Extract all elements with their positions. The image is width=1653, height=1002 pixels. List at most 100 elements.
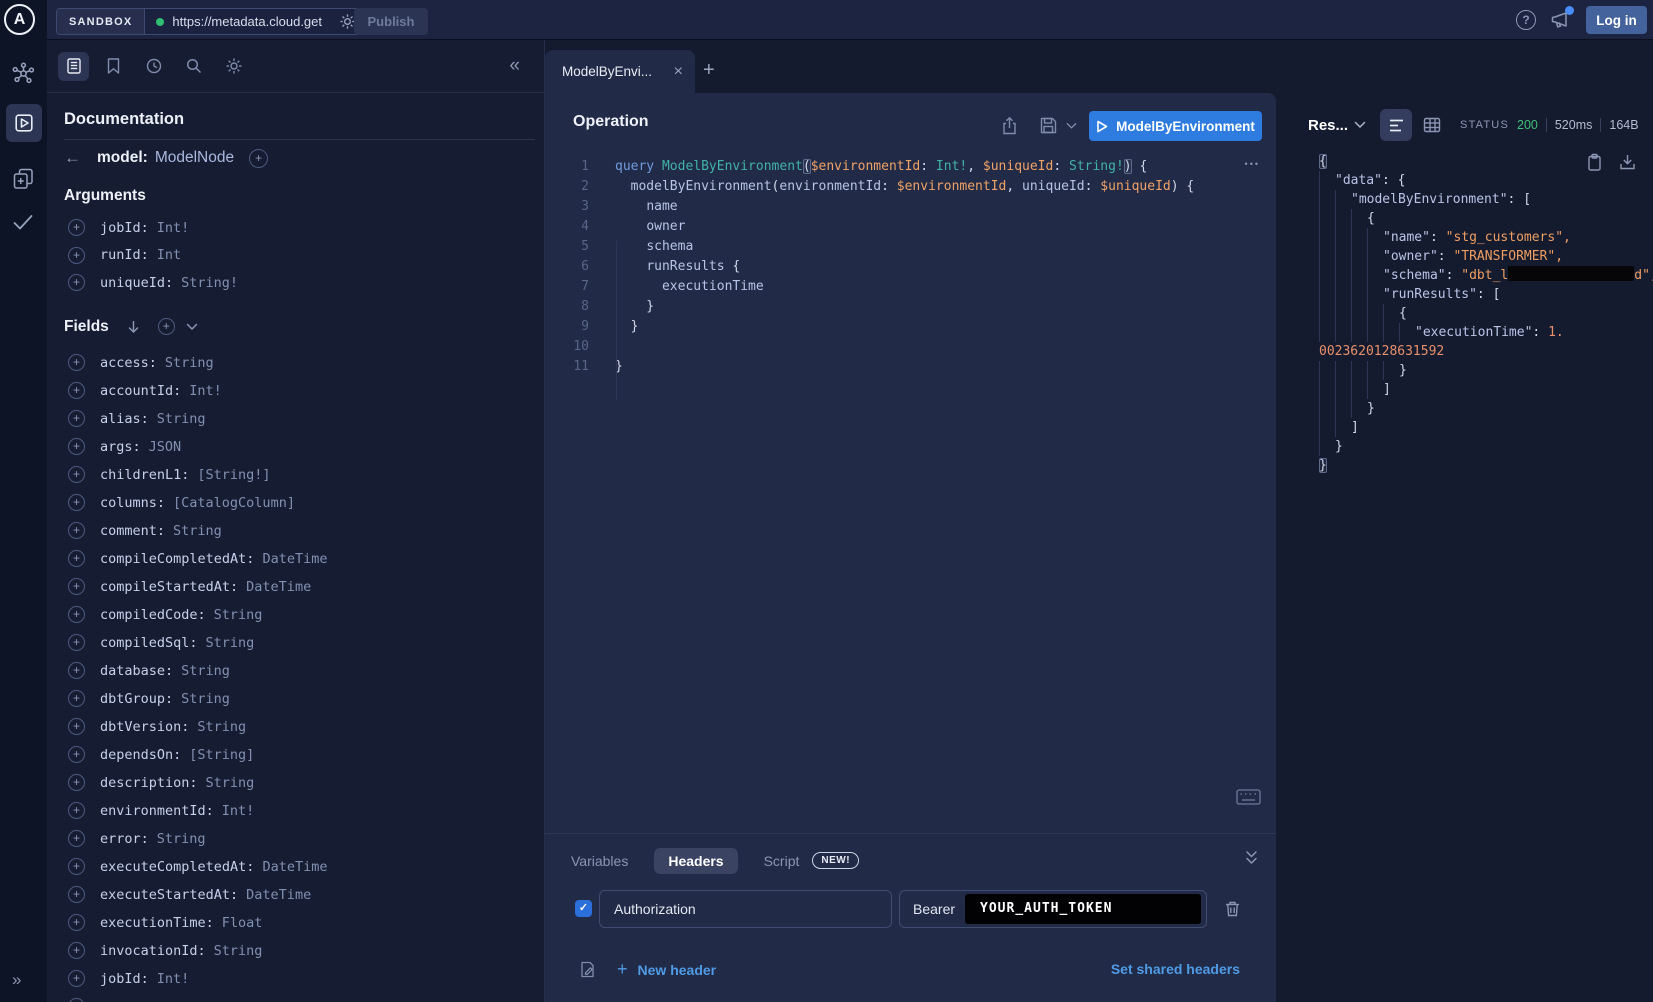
field-row[interactable]: +executeCompletedAt:DateTime [64,853,534,881]
add-fields-icon[interactable]: + [158,318,175,335]
field-row[interactable]: +access:String [64,349,534,377]
add-to-query-icon[interactable]: + [68,466,85,483]
add-to-query-icon[interactable]: + [68,606,85,623]
add-to-query-icon[interactable]: + [68,438,85,455]
tab-headers[interactable]: Headers [654,848,737,874]
add-to-query-icon[interactable]: + [68,802,85,819]
code-line[interactable]: 1query ModelByEnvironment($environmentId… [545,157,1276,177]
code-line[interactable]: 9 } [545,317,1276,337]
add-to-query-icon[interactable]: + [68,914,85,931]
add-to-query-icon[interactable]: + [68,998,85,1002]
code-line[interactable]: 3 name [545,197,1276,217]
field-row[interactable]: +compiledCode:String [64,601,534,629]
header-key-input[interactable] [599,890,892,928]
saved-operations-button[interactable] [98,52,129,81]
query-editor[interactable]: 1query ModelByEnvironment($environmentId… [545,157,1276,377]
share-icon[interactable] [1000,116,1019,136]
field-row[interactable]: +executeStartedAt:DateTime [64,881,534,909]
field-row[interactable]: +jobId:Int! [64,965,534,993]
add-to-query-icon[interactable]: + [68,354,85,371]
field-row[interactable]: +environmentId:Int! [64,797,534,825]
add-to-query-icon[interactable]: + [68,219,85,236]
field-row[interactable]: +compiledSql:String [64,629,534,657]
add-to-query-icon[interactable]: + [68,886,85,903]
response-title[interactable]: Res... [1308,117,1348,134]
formatted-view-toggle[interactable] [1380,109,1412,141]
field-row[interactable]: +database:String [64,657,534,685]
help-icon[interactable]: ? [1516,10,1536,30]
code-line[interactable]: 4 owner [545,217,1276,237]
add-to-query-icon[interactable]: + [68,942,85,959]
tab-script[interactable]: Script [764,853,800,869]
add-to-query-icon[interactable]: + [68,634,85,651]
documentation-tab-button[interactable] [58,52,89,81]
field-row[interactable]: +dependsOn:[String] [64,741,534,769]
add-to-query-icon[interactable]: + [68,274,85,291]
field-row[interactable]: +invocationId:String [64,937,534,965]
field-row[interactable]: +dbtGroup:String [64,685,534,713]
response-dropdown-chevron-icon[interactable] [1354,121,1366,129]
argument-row[interactable]: +uniqueId:String! [64,269,534,297]
close-tab-icon[interactable]: × [674,64,683,80]
history-button[interactable] [138,52,169,81]
edit-document-icon[interactable] [578,960,597,979]
field-row[interactable]: +accountId:Int! [64,377,534,405]
field-row[interactable]: +dbtVersion:String [64,713,534,741]
add-to-query-icon[interactable]: + [68,746,85,763]
code-line[interactable]: 7 executionTime [545,277,1276,297]
add-to-query-icon[interactable]: + [68,410,85,427]
operation-collections-icon[interactable] [12,167,35,190]
code-line[interactable]: 5 schema [545,237,1276,257]
field-row[interactable]: +compileStartedAt:DateTime [64,573,534,601]
code-line[interactable]: 8 } [545,297,1276,317]
field-row[interactable]: +description:String [64,769,534,797]
chevron-down-icon[interactable] [186,323,198,331]
sidebar-item-explorer[interactable] [6,104,42,142]
operation-tab[interactable]: ModelByEnvi... × [545,50,695,93]
add-to-query-icon[interactable]: + [68,494,85,511]
save-icon[interactable] [1039,116,1058,135]
code-line[interactable]: 6 runResults { [545,257,1276,277]
header-enabled-checkbox[interactable]: ✓ [575,900,592,917]
tab-variables[interactable]: Variables [571,853,628,869]
field-row[interactable]: +executionTime:Float [64,909,534,937]
field-row[interactable]: + [64,993,534,1002]
field-row[interactable]: +compileCompletedAt:DateTime [64,545,534,573]
breadcrumb-type[interactable]: ModelNode [155,149,234,167]
new-header-button[interactable]: + New header [617,959,716,980]
field-row[interactable]: +comment:String [64,517,534,545]
announcements-megaphone-icon[interactable] [1549,8,1573,32]
add-to-query-icon[interactable]: + [68,774,85,791]
add-to-query-icon[interactable]: + [68,690,85,707]
apollo-logo-icon[interactable]: A [4,4,35,35]
checks-icon[interactable] [12,213,34,232]
run-operation-button[interactable]: ModelByEnvironment [1089,111,1262,141]
login-button[interactable]: Log in [1586,6,1647,34]
auth-token-value[interactable]: YOUR_AUTH_TOKEN [965,894,1201,924]
code-line[interactable]: 10 [545,337,1276,357]
sort-descending-icon[interactable] [126,319,141,335]
add-to-query-icon[interactable]: + [68,578,85,595]
settings-button[interactable] [218,52,249,81]
field-row[interactable]: +error:String [64,825,534,853]
collapse-panel-icon[interactable]: « [509,55,520,77]
add-to-query-icon[interactable]: + [68,858,85,875]
field-row[interactable]: +columns:[CatalogColumn] [64,489,534,517]
argument-row[interactable]: +runId:Int [64,242,534,270]
collapse-footer-chevrons-icon[interactable] [1243,849,1260,867]
add-to-query-icon[interactable]: + [68,970,85,987]
add-to-query-icon[interactable]: + [68,522,85,539]
add-to-query-icon[interactable]: + [68,382,85,399]
field-row[interactable]: +alias:String [64,405,534,433]
table-view-toggle[interactable] [1416,109,1448,141]
keyboard-shortcuts-icon[interactable] [1236,788,1261,806]
graph-icon[interactable] [12,62,35,85]
add-to-query-icon[interactable]: + [68,662,85,679]
expand-sidebar-icon[interactable]: » [12,970,21,990]
add-to-query-icon[interactable]: + [68,550,85,567]
search-button[interactable] [178,52,209,81]
header-value-input[interactable]: Bearer YOUR_AUTH_TOKEN [899,890,1207,928]
add-to-query-icon[interactable]: + [68,830,85,847]
add-all-fields-icon[interactable]: + [249,149,268,168]
add-to-query-icon[interactable]: + [68,247,85,264]
